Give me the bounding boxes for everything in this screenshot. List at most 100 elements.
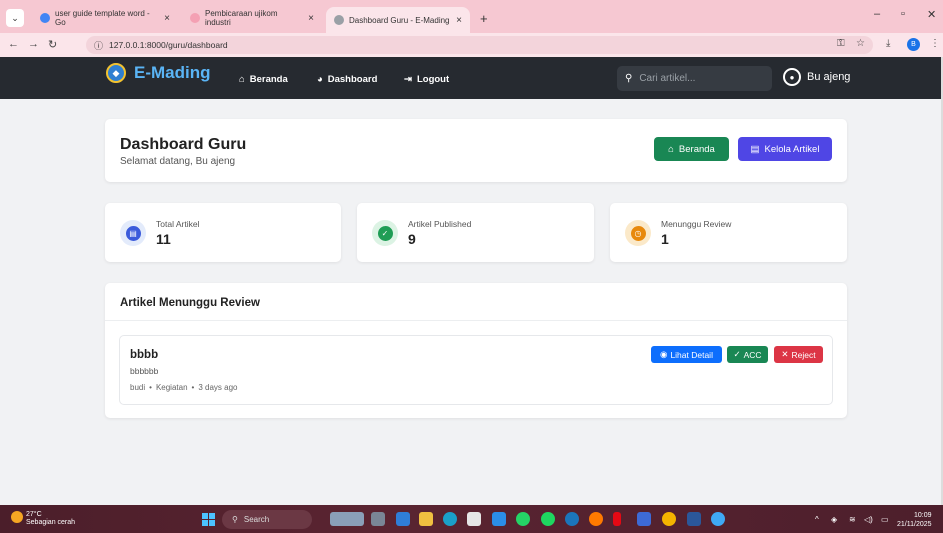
- volume-icon[interactable]: ◁): [864, 515, 873, 524]
- tab-label: Dashboard Guru - E-Mading: [349, 15, 450, 25]
- browser-tab-strip: ⌄ user guide template word - Go × Pembic…: [0, 0, 943, 33]
- nav-beranda-link[interactable]: ⌂ Beranda: [239, 74, 288, 85]
- url-field[interactable]: ⓘ 127.0.0.1:8000/guru/dashboard: [86, 36, 873, 54]
- beranda-button[interactable]: ⌂ Beranda: [654, 137, 729, 161]
- weather-status: Sebagian cerah: [26, 519, 76, 526]
- page-icon: [190, 13, 200, 23]
- acc-button[interactable]: ✓ ACC: [727, 346, 768, 363]
- profile-avatar[interactable]: B: [907, 38, 920, 51]
- nav-dashboard-link[interactable]: ◕ Dashboard: [317, 74, 377, 85]
- logo-icon: ◆: [106, 63, 126, 83]
- battery-icon[interactable]: ▭: [881, 515, 889, 524]
- profile-initial: B: [911, 41, 916, 48]
- stat-card-pending: ◷ Menunggu Review 1: [610, 203, 847, 262]
- app-icon[interactable]: [711, 512, 725, 526]
- chrome-icon[interactable]: [662, 512, 676, 526]
- download-icon[interactable]: ⤓: [886, 38, 890, 49]
- wifi-icon[interactable]: ≋: [849, 515, 856, 524]
- minimize-icon[interactable]: –: [874, 8, 880, 20]
- app-icon[interactable]: [396, 512, 410, 526]
- review-section-card: Artikel Menunggu Review bbbb bbbbbb budi…: [105, 283, 847, 418]
- article-category: Kegiatan: [155, 383, 188, 392]
- close-window-icon[interactable]: ✕: [927, 8, 936, 21]
- article-author: budi: [130, 383, 146, 392]
- key-icon[interactable]: ⚿: [837, 38, 845, 49]
- nav-label: Dashboard: [327, 74, 378, 85]
- word-icon[interactable]: [687, 512, 701, 526]
- browser-tab-2[interactable]: Pembicaraan ujikom industri ×: [182, 7, 322, 29]
- back-icon[interactable]: ←: [8, 38, 19, 50]
- taskbar-search-label: Search: [243, 515, 270, 524]
- clock-time: 10:09: [913, 512, 932, 519]
- nav-label: Logout: [416, 74, 450, 85]
- restore-icon[interactable]: ▫: [901, 8, 905, 20]
- article-time: 3 days ago: [198, 383, 238, 392]
- taskbar-app-icon[interactable]: [330, 512, 364, 526]
- chevron-up-icon[interactable]: ^: [815, 515, 819, 524]
- app-tray-icon[interactable]: ◈: [831, 515, 837, 524]
- tab-label: Pembicaraan ujikom industri: [205, 9, 278, 27]
- store-icon[interactable]: [467, 512, 481, 526]
- clock-icon: ◷: [625, 220, 651, 246]
- newspaper-icon: ▤: [750, 143, 760, 155]
- star-icon[interactable]: ☆: [856, 38, 865, 49]
- kelola-artikel-button[interactable]: ▤ Kelola Artikel: [738, 137, 832, 161]
- new-tab-button[interactable]: +: [472, 7, 496, 29]
- stat-label: Artikel Published: [408, 219, 472, 229]
- forward-icon[interactable]: →: [28, 38, 39, 50]
- app-navbar: ◆ E-Mading ⌂ Beranda ◕ Dashboard ⇥ Logou…: [0, 57, 941, 99]
- close-icon[interactable]: ×: [308, 13, 314, 24]
- close-icon[interactable]: ×: [456, 15, 462, 26]
- nav-logout-link[interactable]: ⇥ Logout: [404, 74, 449, 85]
- whatsapp-icon[interactable]: [516, 512, 530, 526]
- nav-label: Beranda: [249, 74, 288, 85]
- logout-icon: ⇥: [404, 74, 412, 85]
- edge-icon[interactable]: [443, 512, 457, 526]
- stat-card-published: ✓ Artikel Published 9: [357, 203, 594, 262]
- reload-icon[interactable]: ↻: [48, 38, 57, 51]
- app-icon[interactable]: [565, 512, 579, 526]
- browser-tab-1[interactable]: user guide template word - Go ×: [32, 7, 178, 29]
- meta-separator: •: [149, 383, 152, 392]
- close-icon[interactable]: ×: [164, 13, 170, 24]
- home-icon: ⌂: [239, 74, 245, 85]
- app-icon[interactable]: [637, 512, 651, 526]
- reject-button[interactable]: ✕ Reject: [774, 346, 823, 363]
- file-explorer-icon[interactable]: [419, 512, 433, 526]
- url-text: 127.0.0.1:8000/guru/dashboard: [109, 40, 228, 50]
- more-icon[interactable]: ⋮: [930, 38, 940, 49]
- button-label: ACC: [743, 349, 762, 360]
- search-input[interactable]: ⚲ Cari artikel...: [617, 66, 772, 91]
- check-icon: ✓: [733, 349, 741, 359]
- welcome-text: Selamat datang, Bu ajeng: [120, 156, 236, 167]
- brand-name: E-Mading: [134, 63, 211, 82]
- info-icon[interactable]: ⓘ: [94, 39, 103, 52]
- divider: [105, 320, 847, 321]
- vscode-icon[interactable]: [492, 512, 506, 526]
- stat-value: 11: [156, 231, 171, 247]
- browser-tab-3-active[interactable]: Dashboard Guru - E-Mading ×: [326, 7, 470, 33]
- user-menu[interactable]: ● Bu ajeng: [783, 68, 850, 86]
- brand-link[interactable]: ◆ E-Mading: [106, 63, 211, 83]
- google-icon: [40, 13, 50, 23]
- stat-label: Menunggu Review: [661, 219, 732, 229]
- taskbar-search[interactable]: ⚲ Search: [222, 510, 312, 529]
- weather-widget[interactable]: 27°C Sebagian cerah: [26, 511, 75, 527]
- spotify-icon[interactable]: [541, 512, 555, 526]
- weather-sun-icon: [11, 511, 23, 523]
- newspaper-icon: ▤: [120, 220, 146, 246]
- windows-start-icon[interactable]: [202, 513, 215, 526]
- clock[interactable]: 10:09 21/11/2025: [897, 511, 932, 529]
- button-label: Lihat Detail: [670, 349, 713, 360]
- button-label: Beranda: [678, 143, 715, 155]
- search-icon: ⚲: [232, 515, 238, 524]
- taskview-icon[interactable]: [371, 512, 385, 526]
- user-name: Bu ajeng: [807, 71, 851, 83]
- netflix-icon[interactable]: [613, 512, 621, 526]
- tab-search-chevron-icon[interactable]: ⌄: [6, 9, 24, 27]
- stat-card-total: ▤ Total Artikel 11: [105, 203, 341, 262]
- user-circle-icon: ●: [783, 68, 801, 86]
- firefox-icon[interactable]: [589, 512, 603, 526]
- lihat-detail-button[interactable]: ◉ Lihat Detail: [651, 346, 722, 363]
- article-title: bbbb: [130, 349, 159, 361]
